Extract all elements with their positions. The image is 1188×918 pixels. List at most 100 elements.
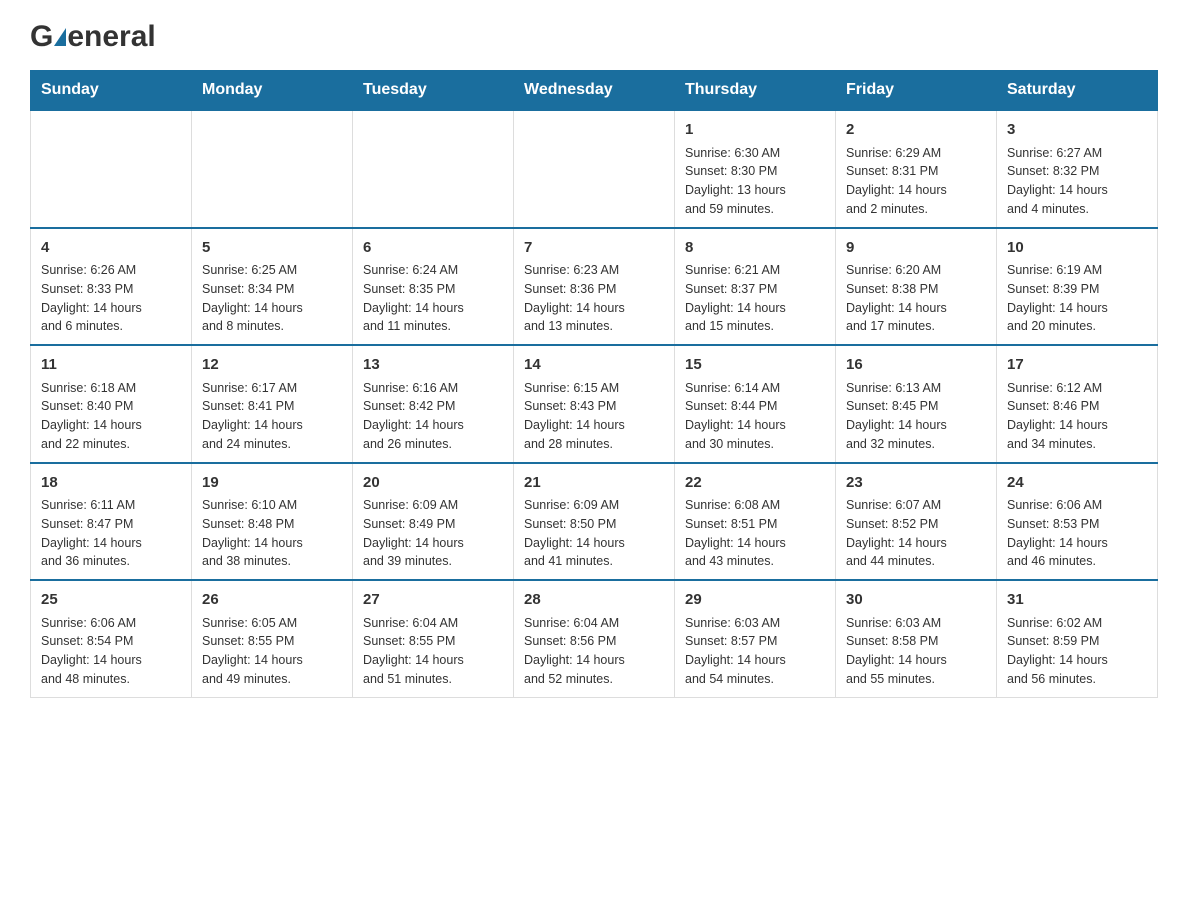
day-info: Sunrise: 6:04 AMSunset: 8:56 PMDaylight:…: [524, 614, 664, 689]
day-info: Sunrise: 6:06 AMSunset: 8:53 PMDaylight:…: [1007, 496, 1147, 571]
day-info: Sunrise: 6:03 AMSunset: 8:57 PMDaylight:…: [685, 614, 825, 689]
logo-text-g: G: [30, 20, 53, 54]
calendar-cell: 19Sunrise: 6:10 AMSunset: 8:48 PMDayligh…: [192, 463, 353, 581]
calendar-cell: 26Sunrise: 6:05 AMSunset: 8:55 PMDayligh…: [192, 580, 353, 697]
day-info: Sunrise: 6:18 AMSunset: 8:40 PMDaylight:…: [41, 379, 181, 454]
calendar-header-saturday: Saturday: [997, 71, 1158, 111]
day-info: Sunrise: 6:09 AMSunset: 8:50 PMDaylight:…: [524, 496, 664, 571]
day-info: Sunrise: 6:21 AMSunset: 8:37 PMDaylight:…: [685, 261, 825, 336]
day-info: Sunrise: 6:19 AMSunset: 8:39 PMDaylight:…: [1007, 261, 1147, 336]
day-info: Sunrise: 6:08 AMSunset: 8:51 PMDaylight:…: [685, 496, 825, 571]
day-number: 10: [1007, 237, 1147, 260]
day-number: 16: [846, 354, 986, 377]
calendar-header-thursday: Thursday: [675, 71, 836, 111]
calendar-cell: 6Sunrise: 6:24 AMSunset: 8:35 PMDaylight…: [353, 228, 514, 346]
day-info: Sunrise: 6:25 AMSunset: 8:34 PMDaylight:…: [202, 261, 342, 336]
day-info: Sunrise: 6:12 AMSunset: 8:46 PMDaylight:…: [1007, 379, 1147, 454]
calendar-header-friday: Friday: [836, 71, 997, 111]
calendar-cell: 4Sunrise: 6:26 AMSunset: 8:33 PMDaylight…: [31, 228, 192, 346]
day-info: Sunrise: 6:20 AMSunset: 8:38 PMDaylight:…: [846, 261, 986, 336]
day-number: 14: [524, 354, 664, 377]
calendar-cell: [353, 110, 514, 228]
calendar-week-1: 1Sunrise: 6:30 AMSunset: 8:30 PMDaylight…: [31, 110, 1158, 228]
logo-text-eneral: eneral: [67, 20, 155, 54]
day-number: 13: [363, 354, 503, 377]
day-number: 19: [202, 472, 342, 495]
day-number: 8: [685, 237, 825, 260]
calendar-cell: 15Sunrise: 6:14 AMSunset: 8:44 PMDayligh…: [675, 345, 836, 463]
day-number: 27: [363, 589, 503, 612]
day-info: Sunrise: 6:04 AMSunset: 8:55 PMDaylight:…: [363, 614, 503, 689]
day-number: 21: [524, 472, 664, 495]
page-header: G eneral: [30, 20, 1158, 50]
calendar-cell: 14Sunrise: 6:15 AMSunset: 8:43 PMDayligh…: [514, 345, 675, 463]
calendar-cell: 12Sunrise: 6:17 AMSunset: 8:41 PMDayligh…: [192, 345, 353, 463]
day-info: Sunrise: 6:03 AMSunset: 8:58 PMDaylight:…: [846, 614, 986, 689]
day-info: Sunrise: 6:14 AMSunset: 8:44 PMDaylight:…: [685, 379, 825, 454]
day-info: Sunrise: 6:13 AMSunset: 8:45 PMDaylight:…: [846, 379, 986, 454]
day-number: 12: [202, 354, 342, 377]
day-number: 29: [685, 589, 825, 612]
calendar-week-4: 18Sunrise: 6:11 AMSunset: 8:47 PMDayligh…: [31, 463, 1158, 581]
day-info: Sunrise: 6:07 AMSunset: 8:52 PMDaylight:…: [846, 496, 986, 571]
day-number: 18: [41, 472, 181, 495]
day-number: 24: [1007, 472, 1147, 495]
day-number: 3: [1007, 119, 1147, 142]
day-number: 9: [846, 237, 986, 260]
calendar-cell: 10Sunrise: 6:19 AMSunset: 8:39 PMDayligh…: [997, 228, 1158, 346]
day-info: Sunrise: 6:10 AMSunset: 8:48 PMDaylight:…: [202, 496, 342, 571]
day-info: Sunrise: 6:30 AMSunset: 8:30 PMDaylight:…: [685, 144, 825, 219]
calendar-cell: 1Sunrise: 6:30 AMSunset: 8:30 PMDaylight…: [675, 110, 836, 228]
calendar-cell: 16Sunrise: 6:13 AMSunset: 8:45 PMDayligh…: [836, 345, 997, 463]
calendar-header-wednesday: Wednesday: [514, 71, 675, 111]
calendar-cell: 31Sunrise: 6:02 AMSunset: 8:59 PMDayligh…: [997, 580, 1158, 697]
calendar-cell: 27Sunrise: 6:04 AMSunset: 8:55 PMDayligh…: [353, 580, 514, 697]
calendar-cell: 5Sunrise: 6:25 AMSunset: 8:34 PMDaylight…: [192, 228, 353, 346]
day-info: Sunrise: 6:05 AMSunset: 8:55 PMDaylight:…: [202, 614, 342, 689]
day-number: 11: [41, 354, 181, 377]
calendar-week-5: 25Sunrise: 6:06 AMSunset: 8:54 PMDayligh…: [31, 580, 1158, 697]
day-number: 20: [363, 472, 503, 495]
calendar-cell: 8Sunrise: 6:21 AMSunset: 8:37 PMDaylight…: [675, 228, 836, 346]
calendar-header-row: SundayMondayTuesdayWednesdayThursdayFrid…: [31, 71, 1158, 111]
calendar-cell: 24Sunrise: 6:06 AMSunset: 8:53 PMDayligh…: [997, 463, 1158, 581]
day-number: 26: [202, 589, 342, 612]
day-number: 4: [41, 237, 181, 260]
day-info: Sunrise: 6:26 AMSunset: 8:33 PMDaylight:…: [41, 261, 181, 336]
day-number: 31: [1007, 589, 1147, 612]
calendar-header-monday: Monday: [192, 71, 353, 111]
calendar-cell: 17Sunrise: 6:12 AMSunset: 8:46 PMDayligh…: [997, 345, 1158, 463]
day-number: 1: [685, 119, 825, 142]
calendar-cell: [31, 110, 192, 228]
day-info: Sunrise: 6:17 AMSunset: 8:41 PMDaylight:…: [202, 379, 342, 454]
calendar-cell: 30Sunrise: 6:03 AMSunset: 8:58 PMDayligh…: [836, 580, 997, 697]
day-info: Sunrise: 6:29 AMSunset: 8:31 PMDaylight:…: [846, 144, 986, 219]
calendar-cell: 3Sunrise: 6:27 AMSunset: 8:32 PMDaylight…: [997, 110, 1158, 228]
day-number: 2: [846, 119, 986, 142]
calendar-cell: 22Sunrise: 6:08 AMSunset: 8:51 PMDayligh…: [675, 463, 836, 581]
calendar-cell: 21Sunrise: 6:09 AMSunset: 8:50 PMDayligh…: [514, 463, 675, 581]
day-info: Sunrise: 6:15 AMSunset: 8:43 PMDaylight:…: [524, 379, 664, 454]
day-number: 22: [685, 472, 825, 495]
calendar-cell: 23Sunrise: 6:07 AMSunset: 8:52 PMDayligh…: [836, 463, 997, 581]
calendar-cell: 11Sunrise: 6:18 AMSunset: 8:40 PMDayligh…: [31, 345, 192, 463]
day-number: 28: [524, 589, 664, 612]
day-info: Sunrise: 6:23 AMSunset: 8:36 PMDaylight:…: [524, 261, 664, 336]
logo-triangle-icon: [54, 28, 66, 46]
calendar-cell: 13Sunrise: 6:16 AMSunset: 8:42 PMDayligh…: [353, 345, 514, 463]
calendar-cell: 9Sunrise: 6:20 AMSunset: 8:38 PMDaylight…: [836, 228, 997, 346]
day-number: 7: [524, 237, 664, 260]
calendar-cell: 18Sunrise: 6:11 AMSunset: 8:47 PMDayligh…: [31, 463, 192, 581]
calendar-cell: 29Sunrise: 6:03 AMSunset: 8:57 PMDayligh…: [675, 580, 836, 697]
day-number: 25: [41, 589, 181, 612]
calendar-cell: 7Sunrise: 6:23 AMSunset: 8:36 PMDaylight…: [514, 228, 675, 346]
day-info: Sunrise: 6:24 AMSunset: 8:35 PMDaylight:…: [363, 261, 503, 336]
calendar-cell: 2Sunrise: 6:29 AMSunset: 8:31 PMDaylight…: [836, 110, 997, 228]
calendar-cell: 28Sunrise: 6:04 AMSunset: 8:56 PMDayligh…: [514, 580, 675, 697]
day-number: 23: [846, 472, 986, 495]
calendar-cell: 25Sunrise: 6:06 AMSunset: 8:54 PMDayligh…: [31, 580, 192, 697]
day-number: 30: [846, 589, 986, 612]
calendar-table: SundayMondayTuesdayWednesdayThursdayFrid…: [30, 70, 1158, 698]
calendar-cell: 20Sunrise: 6:09 AMSunset: 8:49 PMDayligh…: [353, 463, 514, 581]
logo: G eneral: [30, 20, 156, 50]
